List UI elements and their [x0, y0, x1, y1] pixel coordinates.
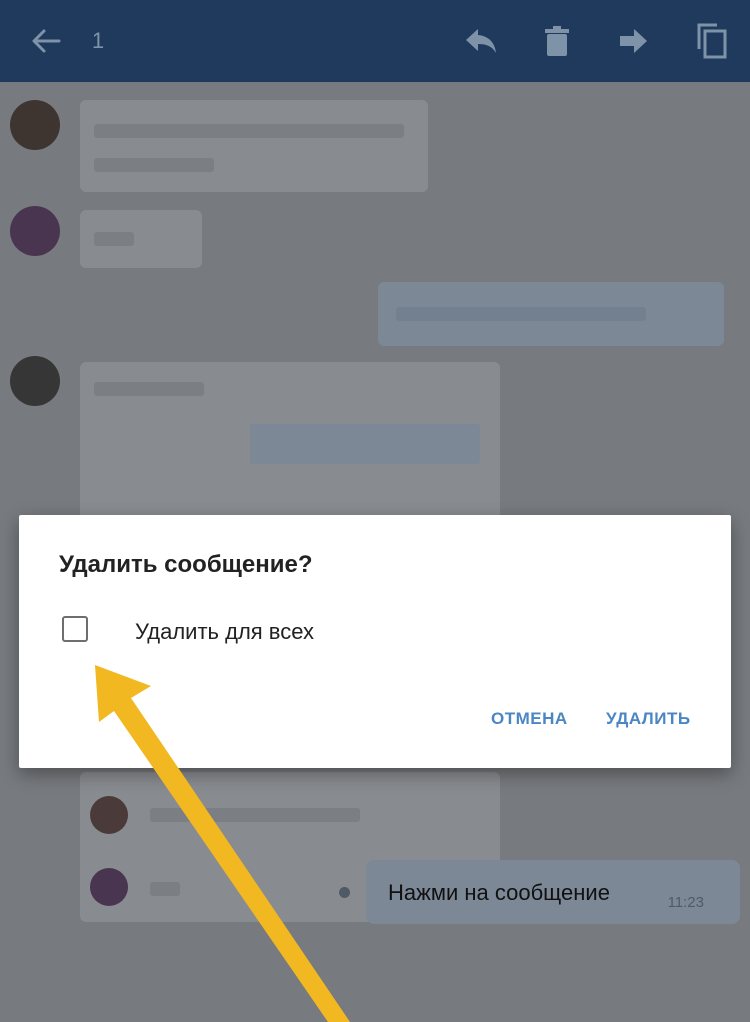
- delete-message-dialog: Удалить сообщение? Удалить для всех ОТМЕ…: [19, 515, 731, 768]
- delete-for-all-label[interactable]: Удалить для всех: [135, 619, 314, 645]
- message-text: Нажми на сообщение: [388, 880, 610, 905]
- unread-indicator: [339, 887, 350, 898]
- trash-icon[interactable]: [540, 22, 574, 60]
- avatar[interactable]: [10, 206, 60, 256]
- back-arrow-icon[interactable]: [30, 22, 62, 60]
- avatar[interactable]: [10, 356, 60, 406]
- cancel-button[interactable]: ОТМЕНА: [491, 709, 568, 729]
- selected-count: 1: [91, 28, 105, 53]
- forward-icon[interactable]: [614, 22, 652, 60]
- delete-for-all-checkbox[interactable]: [62, 616, 88, 642]
- message-bubble[interactable]: [80, 362, 500, 522]
- message-time: 11:23: [667, 894, 704, 911]
- message-bubble[interactable]: [80, 100, 428, 192]
- message-bubble-selected[interactable]: Нажми на сообщение 11:23: [366, 860, 740, 924]
- dialog-title: Удалить сообщение?: [59, 551, 313, 578]
- message-bubble[interactable]: [80, 210, 202, 268]
- delete-button[interactable]: УДАЛИТЬ: [606, 709, 691, 729]
- reply-icon[interactable]: [462, 22, 500, 60]
- copy-icon[interactable]: [692, 22, 730, 60]
- message-bubble[interactable]: [378, 282, 724, 346]
- avatar[interactable]: [10, 100, 60, 150]
- selection-toolbar: 1: [0, 0, 750, 82]
